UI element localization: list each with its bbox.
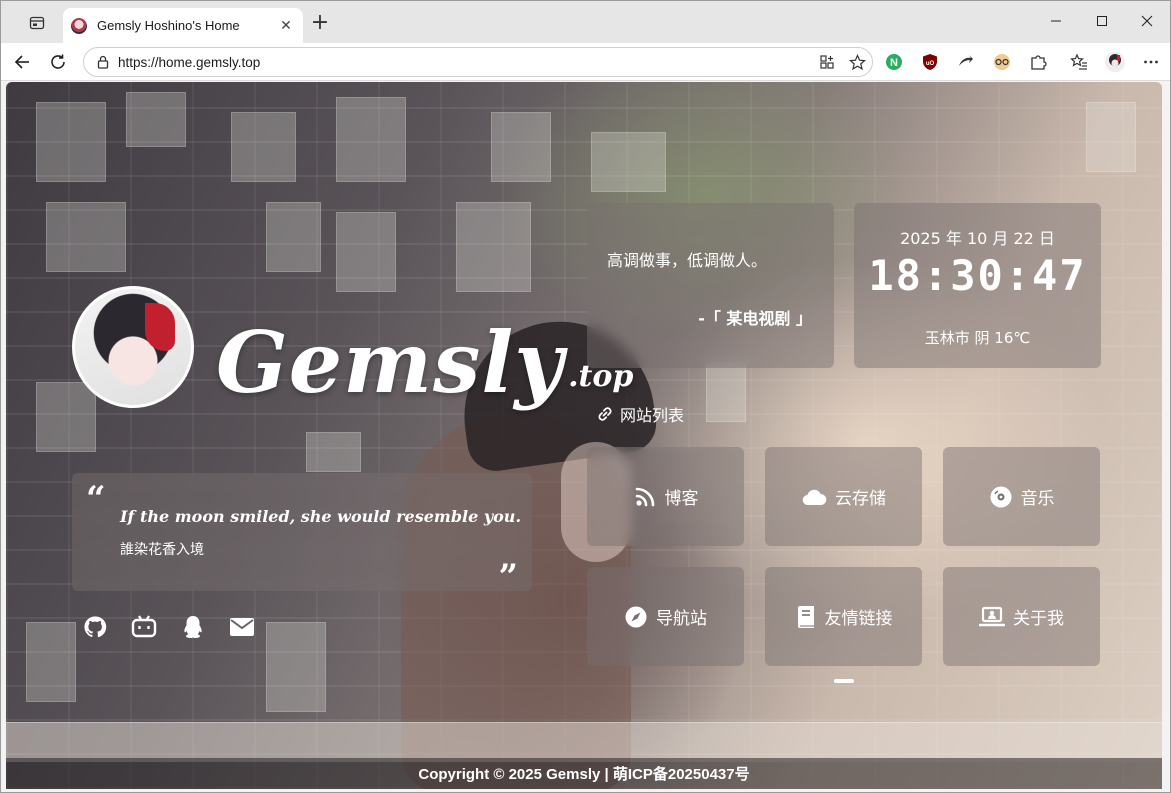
url-text[interactable]: https://home.gemsly.top <box>118 55 812 70</box>
maximize-icon <box>1097 16 1107 26</box>
more-menu-icon[interactable] <box>1139 50 1163 74</box>
background-paper <box>126 92 186 147</box>
logo-main-text: Gemsly <box>216 313 565 412</box>
mail-icon[interactable] <box>229 614 255 640</box>
arrow-left-icon <box>14 55 29 69</box>
background-paper <box>36 102 106 182</box>
site-card-friend-links[interactable]: 友情链接 <box>765 567 922 666</box>
quote-english: If the moon smiled, she would resemble y… <box>120 507 522 526</box>
background-paper <box>306 432 361 472</box>
extension-n-icon[interactable]: N <box>882 50 906 74</box>
clock-card: 2025 年 10 月 22 日 18:30:47 玉林市 阴 16℃ <box>854 203 1101 368</box>
minimize-icon <box>1051 20 1061 22</box>
clock-time: 18:30:47 <box>868 251 1087 300</box>
background-paper <box>231 112 296 182</box>
tab-favicon-icon <box>71 17 87 34</box>
tab-actions-icon <box>29 16 45 30</box>
hitokoto-card[interactable]: 高调做事，低调做人。 -「 某电视剧 」 <box>587 203 834 368</box>
address-bar[interactable]: https://home.gemsly.top <box>83 47 873 77</box>
maximize-button[interactable] <box>1079 1 1125 41</box>
reload-icon <box>51 54 65 69</box>
site-card-navigation[interactable]: 导航站 <box>587 567 744 666</box>
site-card-label: 博客 <box>664 489 699 509</box>
quote-close-mark: ” <box>498 557 518 597</box>
new-tab-button[interactable]: + <box>309 12 331 34</box>
background-paper <box>706 362 746 422</box>
background-paper <box>266 622 326 712</box>
site-list-title: 网站列表 <box>620 406 685 425</box>
background-paper <box>491 112 551 182</box>
minimize-button[interactable] <box>1033 1 1079 41</box>
site-card-label: 导航站 <box>656 609 707 629</box>
hitokoto-source: -「 某电视剧 」 <box>698 309 812 328</box>
qq-icon[interactable] <box>180 614 206 640</box>
profile-avatar-icon[interactable] <box>1103 50 1127 74</box>
quote-chinese: 誰染花香入境 <box>120 542 204 558</box>
svg-text:N: N <box>890 57 898 69</box>
site-list-pager[interactable] <box>834 679 854 683</box>
music-disc-icon <box>990 486 1011 507</box>
browser-window: Gemsly Hoshino's Home ✕ + https://home.g… <box>0 0 1171 793</box>
footer: Copyright © 2025 Gemsly | 萌ICP备20250437号 <box>6 758 1162 789</box>
background-paper <box>456 202 531 292</box>
quote-open-mark: “ <box>86 479 106 519</box>
github-icon[interactable] <box>82 614 108 640</box>
laptop-user-icon <box>979 606 1005 626</box>
site-card-label: 友情链接 <box>824 609 893 629</box>
site-card-about-me[interactable]: 关于我 <box>943 567 1100 666</box>
compass-icon <box>625 606 647 627</box>
favorite-star-icon[interactable] <box>842 48 872 76</box>
site-card-label: 云存储 <box>835 489 886 509</box>
clock-date: 2025 年 10 月 22 日 <box>900 229 1055 248</box>
hitokoto-text: 高调做事，低调做人。 <box>607 251 768 270</box>
tab-active[interactable]: Gemsly Hoshino's Home ✕ <box>63 8 303 43</box>
background-paper <box>336 212 396 292</box>
social-links <box>82 614 255 640</box>
link-icon <box>598 407 612 421</box>
site-card-cloud-storage[interactable]: 云存储 <box>765 447 922 546</box>
background-paper <box>336 97 406 182</box>
book-icon <box>797 605 814 628</box>
background-ledge <box>6 722 1162 762</box>
close-icon <box>1141 15 1153 27</box>
bilibili-icon[interactable] <box>131 614 157 640</box>
tab-actions-button[interactable] <box>23 11 51 35</box>
extension-glasses-icon[interactable] <box>990 50 1014 74</box>
background-paper <box>26 622 76 702</box>
blog-icon <box>635 487 654 506</box>
page-viewport: Gemsly .top “ If the moon smiled, she wo… <box>6 82 1162 789</box>
extension-arrow-icon[interactable] <box>954 50 978 74</box>
site-card-blog[interactable]: 博客 <box>587 447 744 546</box>
svg-text:uO: uO <box>926 61 935 67</box>
site-list-label: 网站列表 <box>596 402 684 426</box>
avatar[interactable] <box>72 286 194 408</box>
back-button[interactable] <box>8 48 36 76</box>
background-paper <box>36 382 96 452</box>
site-logo: Gemsly .top <box>216 282 633 412</box>
footer-copyright: Copyright © 2025 Gemsly | 萌ICP备20250437号 <box>418 766 750 783</box>
background-paper <box>266 202 321 272</box>
background-paper <box>1086 102 1136 172</box>
tab-close-icon[interactable]: ✕ <box>277 17 295 35</box>
cloud-icon <box>802 489 827 505</box>
ublock-shield-icon[interactable]: uO <box>918 50 942 74</box>
close-window-button[interactable] <box>1124 1 1170 41</box>
reload-button[interactable] <box>44 48 72 76</box>
app-available-icon[interactable] <box>812 48 842 76</box>
browser-toolbar: https://home.gemsly.top N uO <box>1 43 1170 81</box>
tab-title: Gemsly Hoshino's Home <box>97 18 240 33</box>
favorites-list-icon[interactable] <box>1067 50 1091 74</box>
site-card-label: 关于我 <box>1013 609 1064 629</box>
tab-bar: Gemsly Hoshino's Home ✕ + <box>1 1 1170 43</box>
lock-icon[interactable] <box>88 55 118 69</box>
quote-card: “ If the moon smiled, she would resemble… <box>72 473 532 597</box>
extensions-puzzle-icon[interactable] <box>1026 50 1050 74</box>
background-paper <box>46 202 126 272</box>
background-paper <box>591 132 666 192</box>
weather-text: 玉林市 阴 16℃ <box>924 329 1031 347</box>
site-card-music[interactable]: 音乐 <box>943 447 1100 546</box>
site-card-label: 音乐 <box>1020 489 1055 509</box>
avatar-hair-streak <box>145 303 175 351</box>
